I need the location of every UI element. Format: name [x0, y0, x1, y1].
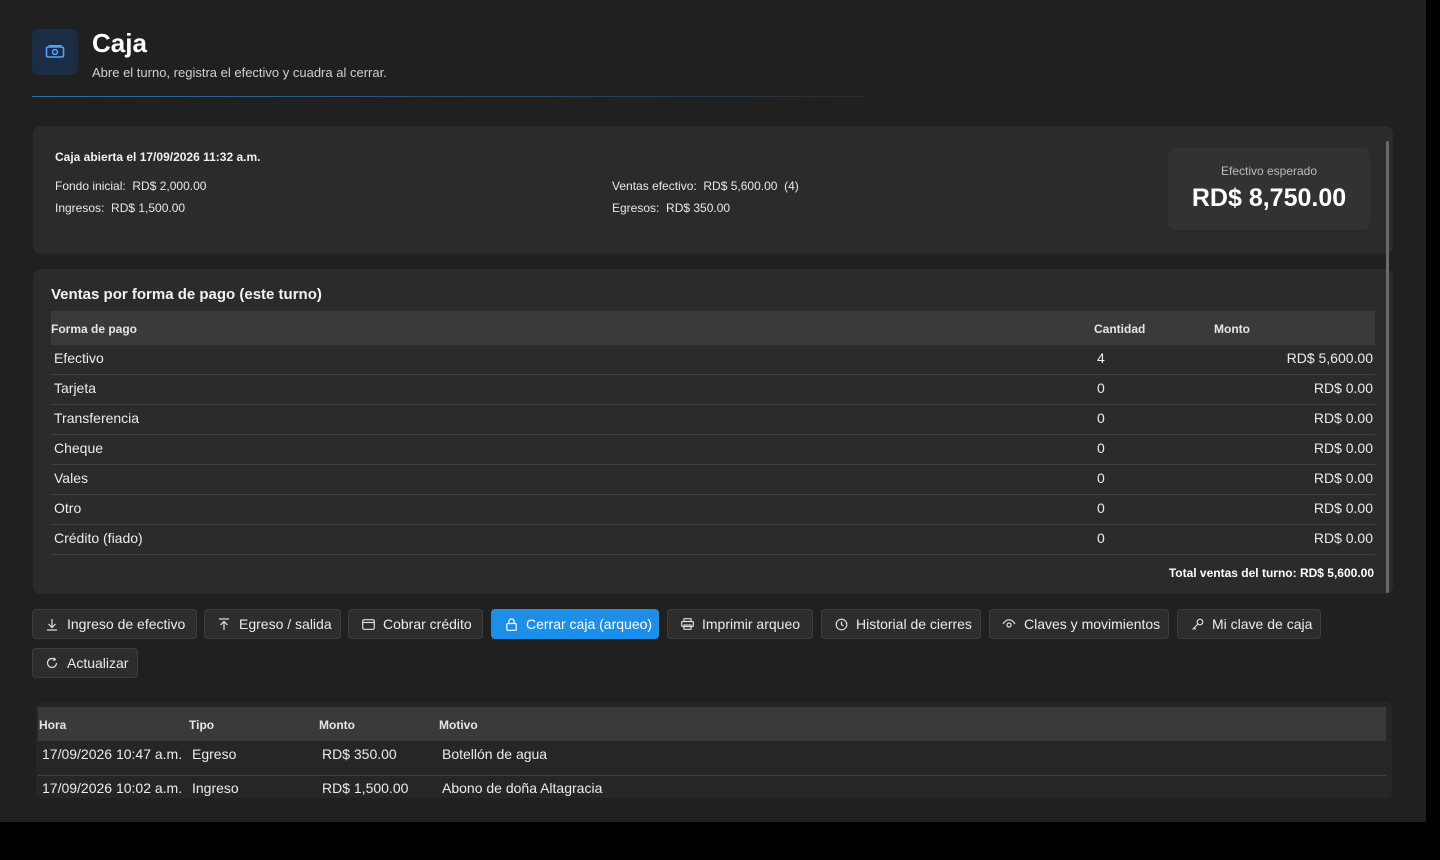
column-header-qty[interactable]: Cantidad: [1094, 322, 1145, 336]
sales-table: Forma de pago Cantidad Monto Efectivo 4 …: [51, 311, 1375, 555]
row-method: Tarjeta: [54, 380, 97, 396]
page-title: Caja: [92, 28, 147, 58]
table-row[interactable]: Vales 0 RD$ 0.00: [51, 465, 1375, 495]
header-divider: [32, 96, 864, 97]
cash-income: Ingresos: RD$ 1,500.00: [55, 201, 186, 215]
row-method: Cheque: [54, 440, 104, 456]
close-history-button[interactable]: Historial de cierres: [821, 609, 981, 639]
row-method: Vales: [54, 470, 88, 486]
row-amount: RD$ 0.00: [1313, 470, 1373, 486]
column-header-method[interactable]: Forma de pago: [51, 322, 137, 336]
expected-cash-box: Efectivo esperado RD$ 8,750.00: [1168, 148, 1370, 230]
caja-window: Caja Abre el turno, registra el efectivo…: [0, 0, 1426, 822]
row-method: Otro: [54, 500, 82, 516]
row-method: Transferencia: [54, 410, 140, 426]
printer-icon: [680, 617, 694, 631]
row-method: Efectivo: [54, 350, 104, 366]
table-row[interactable]: Tarjeta 0 RD$ 0.00: [51, 375, 1375, 405]
column-header-amount[interactable]: Monto: [1214, 322, 1250, 336]
vertical-scrollbar[interactable]: [1386, 141, 1389, 593]
page-subtitle: Abre el turno, registra el efectivo y cu…: [92, 65, 387, 80]
row-amount: RD$ 5,600.00: [1286, 350, 1373, 366]
close-register-button[interactable]: Cerrar caja (arqueo): [491, 609, 659, 639]
cash-expense-label: Egreso / salida: [239, 616, 332, 632]
cash-income-button[interactable]: Ingreso de efectivo: [32, 609, 197, 639]
table-row[interactable]: Otro 0 RD$ 0.00: [51, 495, 1375, 525]
opening-fund: Fondo inicial: RD$ 2,000.00: [55, 179, 207, 193]
cash-sales: Ventas efectivo: RD$ 5,600.00 (4): [612, 179, 799, 193]
row-amount: RD$ 0.00: [1313, 410, 1373, 426]
my-register-key-label: Mi clave de caja: [1212, 616, 1313, 632]
close-register-label: Cerrar caja (arqueo): [526, 616, 653, 632]
movements-table: Hora Tipo Monto Motivo 17/09/2026 10:47 …: [36, 702, 1392, 798]
expected-cash-value: RD$ 8,750.00: [1191, 184, 1347, 212]
table-row[interactable]: Cheque 0 RD$ 0.00: [51, 435, 1375, 465]
column-header-reason[interactable]: Motivo: [439, 718, 478, 732]
collect-credit-button[interactable]: Cobrar crédito: [348, 609, 483, 639]
card-icon: [361, 617, 375, 631]
row-time: 17/09/2026 10:47 a.m.: [42, 746, 183, 762]
column-header-time[interactable]: Hora: [39, 718, 66, 732]
column-header-amount[interactable]: Monto: [319, 718, 355, 732]
table-row[interactable]: Crédito (fiado) 0 RD$ 0.00: [51, 525, 1375, 555]
table-row[interactable]: Transferencia 0 RD$ 0.00: [51, 405, 1375, 435]
shift-opened-label: Caja abierta el 17/09/2026 11:32 a.m.: [55, 150, 261, 164]
cash-register-icon: [32, 29, 78, 75]
print-count-label: Imprimir arqueo: [702, 616, 801, 632]
row-amount: RD$ 350.00: [322, 746, 397, 762]
refresh-label: Actualizar: [67, 655, 129, 671]
cash-expense-button[interactable]: Egreso / salida: [204, 609, 341, 639]
row-amount: RD$ 1,500.00: [322, 780, 409, 796]
sales-by-payment-card: Ventas por forma de pago (este turno) Fo…: [33, 269, 1393, 594]
history-icon: [834, 617, 848, 631]
row-amount: RD$ 0.00: [1313, 500, 1373, 516]
row-qty: 0: [1097, 500, 1105, 516]
row-type: Ingreso: [192, 780, 239, 796]
cash-income-label: Ingreso de efectivo: [67, 616, 186, 632]
row-amount: RD$ 0.00: [1313, 380, 1373, 396]
lock-icon: [504, 617, 518, 631]
row-qty: 0: [1097, 530, 1105, 546]
close-history-label: Historial de cierres: [856, 616, 972, 632]
download-icon: [45, 617, 59, 631]
expected-cash-label: Efectivo esperado: [1220, 164, 1318, 178]
sales-card-title: Ventas por forma de pago (este turno): [51, 286, 322, 303]
print-count-button[interactable]: Imprimir arqueo: [667, 609, 813, 639]
keys-movements-label: Claves y movimientos: [1024, 616, 1161, 632]
row-qty: 0: [1097, 440, 1105, 456]
cash-expenses: Egresos: RD$ 350.00: [612, 201, 731, 215]
row-qty: 0: [1097, 380, 1105, 396]
row-time: 17/09/2026 10:02 a.m.: [42, 780, 183, 796]
eye-icon: [1002, 617, 1016, 631]
sales-total: Total ventas del turno: RD$ 5,600.00: [1168, 566, 1374, 580]
column-header-type[interactable]: Tipo: [189, 718, 214, 732]
table-row[interactable]: 17/09/2026 10:02 a.m. Ingreso RD$ 1,500.…: [38, 775, 1386, 798]
row-method: Crédito (fiado): [54, 530, 143, 546]
collect-credit-label: Cobrar crédito: [383, 616, 472, 632]
row-qty: 4: [1097, 350, 1105, 366]
shift-summary-card: Caja abierta el 17/09/2026 11:32 a.m. Fo…: [33, 126, 1393, 254]
table-header: Forma de pago Cantidad Monto: [51, 311, 1375, 345]
keys-movements-button[interactable]: Claves y movimientos: [989, 609, 1169, 639]
refresh-icon: [45, 656, 59, 670]
row-qty: 0: [1097, 410, 1105, 426]
table-row[interactable]: 17/09/2026 10:47 a.m. Egreso RD$ 350.00 …: [38, 741, 1386, 776]
row-reason: Botellón de agua: [442, 746, 548, 762]
refresh-button[interactable]: Actualizar: [32, 648, 138, 678]
row-reason: Abono de doña Altagracia: [442, 780, 603, 796]
row-amount: RD$ 0.00: [1313, 530, 1373, 546]
my-register-key-button[interactable]: Mi clave de caja: [1177, 609, 1321, 639]
upload-icon: [217, 617, 231, 631]
key-icon: [1190, 617, 1204, 631]
table-row[interactable]: Efectivo 4 RD$ 5,600.00: [51, 345, 1375, 375]
table-header: Hora Tipo Monto Motivo: [38, 707, 1386, 741]
row-type: Egreso: [192, 746, 237, 762]
row-qty: 0: [1097, 470, 1105, 486]
row-amount: RD$ 0.00: [1313, 440, 1373, 456]
